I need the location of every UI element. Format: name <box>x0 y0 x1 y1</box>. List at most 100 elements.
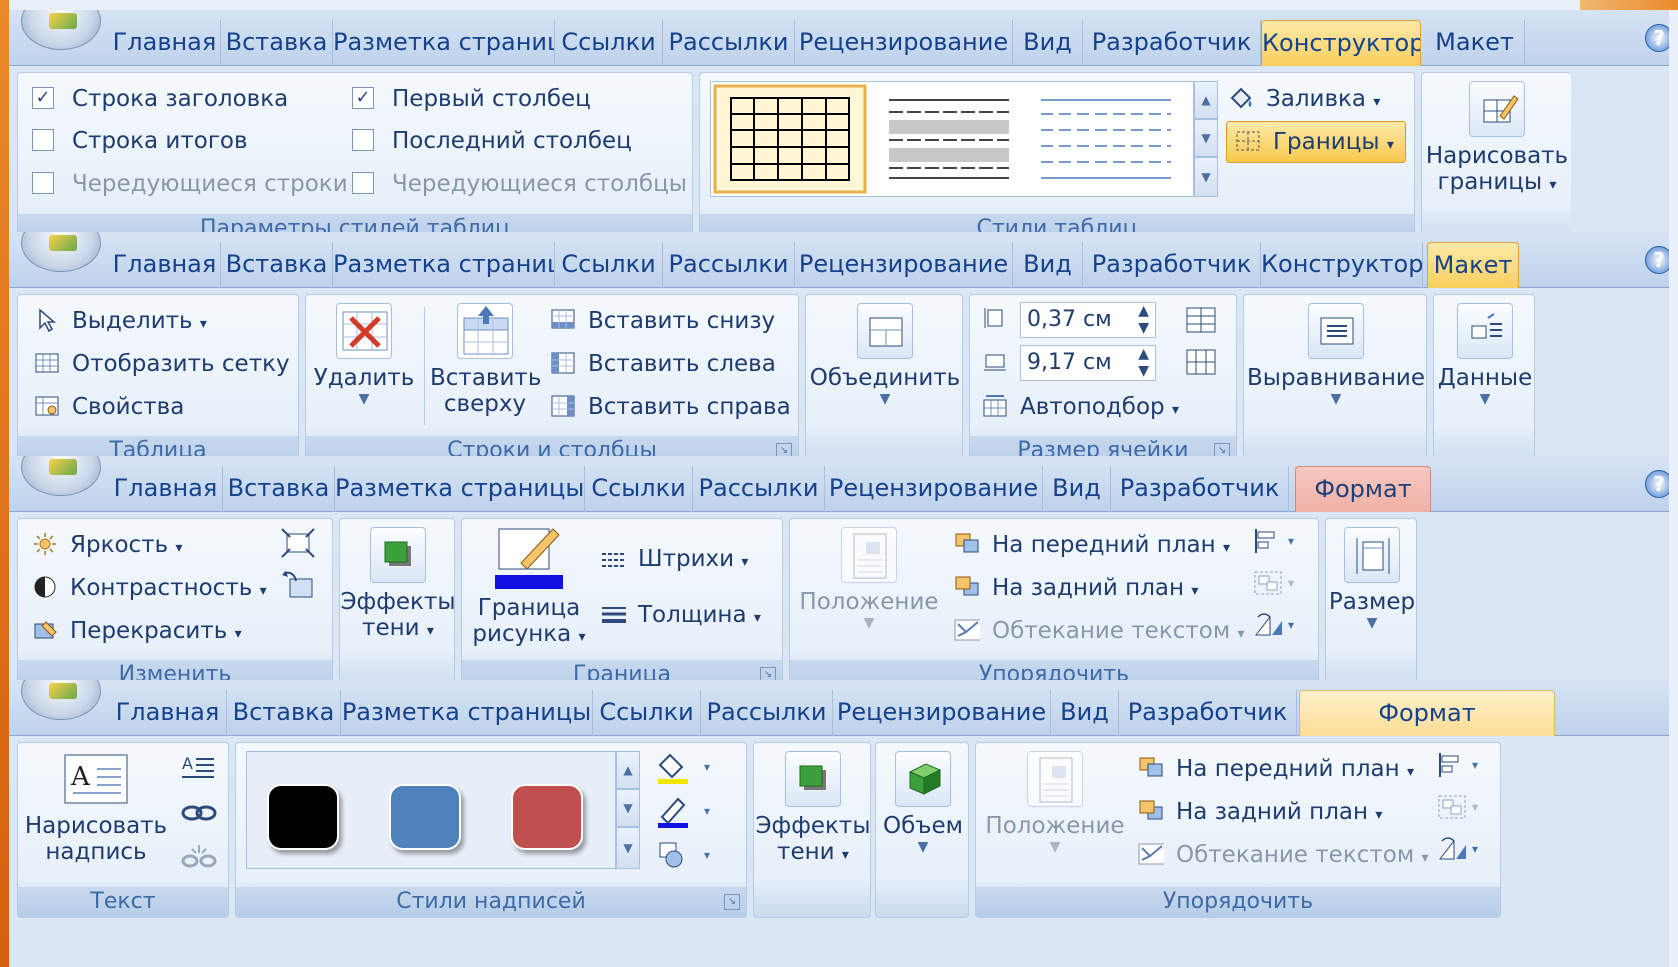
tab-review[interactable]: Рецензирование <box>833 690 1051 736</box>
tab-developer[interactable]: Разработчик <box>1111 466 1289 512</box>
group-objects-icon[interactable]: ▾ <box>1436 793 1486 821</box>
change-shape-icon[interactable]: ▾ <box>654 839 720 873</box>
office-button[interactable] <box>21 680 101 720</box>
tab-review[interactable]: Рецензирование <box>795 20 1013 66</box>
rotate-icon[interactable]: ▾ <box>1252 611 1302 639</box>
gallery-more-icon[interactable]: ▼ <box>616 827 640 869</box>
last-column-option[interactable]: Последний столбец <box>352 121 632 161</box>
insert-above-button[interactable]: Вставить сверху <box>430 303 541 417</box>
view-gridlines-button[interactable]: Отобразить сетку <box>34 344 290 384</box>
tab-home[interactable]: Главная <box>109 466 223 512</box>
text-direction-icon[interactable]: A <box>180 751 218 783</box>
tab-home[interactable]: Главная <box>109 242 221 288</box>
insert-right-button[interactable]: Вставить справа <box>550 387 791 427</box>
tab-layout[interactable]: Макет <box>1427 242 1519 288</box>
tab-page-layout[interactable]: Разметка страниц <box>333 20 555 66</box>
tab-page-layout[interactable]: Разметка страницы <box>335 466 585 512</box>
office-button[interactable] <box>21 456 101 496</box>
tab-references[interactable]: Ссылки <box>555 20 663 66</box>
tab-design[interactable]: Конструктор <box>1261 242 1423 288</box>
data-button[interactable]: Данные ▼ <box>1434 303 1536 407</box>
gallery-down-icon[interactable]: ▼ <box>616 789 640 827</box>
bring-to-front-button[interactable]: На передний план ▾ <box>954 525 1230 565</box>
banded-columns-option[interactable]: Чередующиеся столбцы <box>352 164 687 204</box>
table-style-thumbnails[interactable] <box>711 82 1195 198</box>
select-button[interactable]: Выделить ▾ <box>34 301 207 341</box>
insert-left-button[interactable]: Вставить слева <box>550 344 776 384</box>
checkbox-icon[interactable] <box>32 128 54 151</box>
shadow-effects-button[interactable]: Эффекты тени ▾ <box>340 527 456 644</box>
delete-button[interactable]: Удалить ▼ <box>308 303 420 407</box>
gallery-down-icon[interactable]: ▼ <box>1194 119 1218 157</box>
office-button[interactable] <box>21 232 101 272</box>
weight-button[interactable]: Толщина ▾ <box>600 595 761 635</box>
borders-button[interactable]: Границы ▾ <box>1226 121 1406 163</box>
brightness-button[interactable]: Яркость ▾ <box>32 525 183 565</box>
checkbox-checked-icon[interactable]: ✓ <box>32 86 54 109</box>
tab-references[interactable]: Ссылки <box>585 466 693 512</box>
distribute-rows-icon[interactable] <box>1184 305 1218 335</box>
tab-mailings[interactable]: Рассылки <box>693 466 825 512</box>
first-column-option[interactable]: ✓ Первый столбец <box>352 79 591 119</box>
tab-view[interactable]: Вид <box>1043 466 1111 512</box>
help-icon[interactable]: ? <box>1645 246 1669 274</box>
help-icon[interactable]: ? <box>1645 470 1669 498</box>
tab-home[interactable]: Главная <box>109 20 221 66</box>
properties-button[interactable]: Свойства <box>34 387 184 427</box>
tab-review[interactable]: Рецензирование <box>825 466 1043 512</box>
shadow-effects-button[interactable]: Эффекты тени ▾ <box>754 751 872 868</box>
row-height-input[interactable]: 0,37 см ▲ ▼ <box>1020 301 1156 338</box>
tab-format[interactable]: Формат <box>1295 466 1431 512</box>
dashes-button[interactable]: Штрихи ▾ <box>600 539 748 579</box>
shape-fill-icon[interactable]: ▾ <box>654 751 720 785</box>
tab-design[interactable]: Конструктор <box>1261 20 1421 66</box>
text-wrapping-button[interactable]: Обтекание текстом ▾ <box>1138 835 1429 875</box>
tab-developer[interactable]: Разработчик <box>1083 20 1261 66</box>
tab-mailings[interactable]: Рассылки <box>663 242 795 288</box>
position-button[interactable]: Положение ▼ <box>794 527 944 631</box>
tab-developer[interactable]: Разработчик <box>1083 242 1261 288</box>
tab-insert[interactable]: Вставка <box>223 466 335 512</box>
tab-page-layout[interactable]: Разметка страниц <box>333 242 555 288</box>
draw-borders-button[interactable]: Нарисовать границы ▾ <box>1422 81 1572 198</box>
send-to-back-button[interactable]: На задний план ▾ <box>954 568 1198 608</box>
tab-developer[interactable]: Разработчик <box>1119 690 1297 736</box>
alignment-button[interactable]: Выравнивание ▼ <box>1244 303 1428 407</box>
align-icon[interactable]: ▾ <box>1436 751 1486 779</box>
gallery-up-icon[interactable]: ▲ <box>1194 81 1218 119</box>
office-button[interactable] <box>21 10 101 50</box>
bring-to-front-button[interactable]: На передний план ▾ <box>1138 749 1414 789</box>
banded-rows-option[interactable]: Чередующиеся строки <box>32 164 348 204</box>
tab-page-layout[interactable]: Разметка страницы <box>341 690 593 736</box>
recolor-button[interactable]: Перекрасить ▾ <box>32 611 242 651</box>
tab-format[interactable]: Формат <box>1299 690 1555 736</box>
rotate-icon[interactable]: ▾ <box>1436 835 1486 863</box>
reset-picture-icon[interactable] <box>280 569 316 601</box>
position-button[interactable]: Положение ▼ <box>980 751 1130 855</box>
checkbox-checked-icon[interactable]: ✓ <box>352 86 374 109</box>
header-row-option[interactable]: ✓ Строка заголовка <box>32 79 288 119</box>
tab-view[interactable]: Вид <box>1051 690 1119 736</box>
autofit-button[interactable]: Автоподбор ▾ <box>982 387 1179 427</box>
tab-layout[interactable]: Макет <box>1425 20 1525 66</box>
insert-below-button[interactable]: Вставить снизу <box>550 301 775 341</box>
style-swatch-blue[interactable] <box>389 784 461 850</box>
gallery-up-icon[interactable]: ▲ <box>616 751 640 789</box>
tab-mailings[interactable]: Рассылки <box>663 20 795 66</box>
style-swatch-black[interactable] <box>267 784 339 850</box>
tab-insert[interactable]: Вставка <box>221 242 333 288</box>
total-row-option[interactable]: Строка итогов <box>32 121 248 161</box>
tab-references[interactable]: Ссылки <box>593 690 701 736</box>
merge-button[interactable]: Объединить ▼ <box>806 303 964 407</box>
tab-insert[interactable]: Вставка <box>221 20 333 66</box>
dialog-launcher-icon[interactable]: ↘ <box>724 894 740 910</box>
draw-text-box-button[interactable]: A Нарисовать надпись <box>18 751 174 865</box>
compress-pictures-icon[interactable] <box>280 527 316 559</box>
picture-border-button[interactable]: Граница рисунка ▾ <box>464 523 594 650</box>
tab-insert[interactable]: Вставка <box>227 690 341 736</box>
tab-view[interactable]: Вид <box>1013 20 1083 66</box>
checkbox-icon[interactable] <box>352 128 374 151</box>
shape-outline-icon[interactable]: ▾ <box>654 795 720 829</box>
column-width-input[interactable]: 9,17 см ▲ ▼ <box>1020 344 1156 381</box>
help-icon[interactable]: ? <box>1645 24 1669 52</box>
